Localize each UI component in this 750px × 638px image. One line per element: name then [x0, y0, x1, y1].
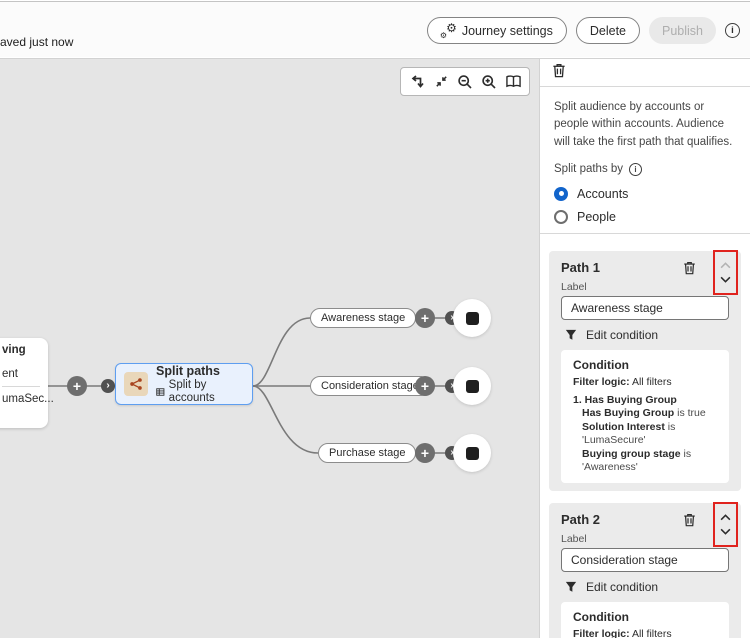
branch-label-awareness[interactable]: Awareness stage	[310, 308, 416, 328]
journey-settings-button[interactable]: ⚙⚙ Journey settings	[427, 17, 567, 44]
header: aved just now ⚙⚙ Journey settings Delete…	[0, 2, 750, 57]
delete-path-trash-icon[interactable]	[683, 513, 696, 527]
filter-icon	[565, 581, 577, 593]
minimap-icon[interactable]	[503, 72, 523, 92]
condition-summary: Condition Filter logic: All filters 1. H…	[561, 602, 729, 638]
split-paths-by-info-icon[interactable]: i	[629, 163, 642, 176]
end-node[interactable]	[453, 434, 491, 472]
move-path-up-icon[interactable]	[720, 262, 731, 269]
condition-rule: Solution Interest is 'LumaSecure'	[573, 421, 717, 448]
split-paths-by-label: Split paths by	[554, 163, 623, 175]
publish-label: Publish	[662, 24, 703, 38]
connector-arrow-icon: ›	[101, 379, 115, 393]
condition-rule: Has Buying Group is true	[573, 407, 717, 421]
reorder-annotation-box	[713, 250, 738, 295]
add-node-button[interactable]: +	[415, 308, 435, 328]
end-icon	[466, 447, 479, 460]
previous-node-card[interactable]: ving ent umaSec...	[0, 338, 48, 428]
delete-button[interactable]: Delete	[576, 17, 640, 44]
radio-dot	[554, 187, 568, 201]
end-node[interactable]	[453, 299, 491, 337]
split-node-title: Split paths	[156, 364, 244, 379]
move-path-down-icon[interactable]	[720, 276, 731, 283]
arrange-icon[interactable]	[407, 72, 427, 92]
path-1-title: Path 1	[561, 260, 600, 276]
add-node-button[interactable]: +	[415, 376, 435, 396]
move-path-down-icon[interactable]	[720, 528, 731, 535]
delete-node-trash-icon[interactable]	[552, 63, 566, 78]
canvas-toolbar	[400, 67, 530, 96]
radio-accounts[interactable]: Accounts	[554, 187, 736, 201]
label-field-label: Label	[561, 533, 729, 545]
condition-summary: Condition Filter logic: All filters 1. H…	[561, 350, 729, 483]
header-actions: ⚙⚙ Journey settings Delete Publish i	[427, 17, 740, 44]
add-node-button[interactable]: +	[415, 443, 435, 463]
save-status-text: aved just now	[0, 35, 73, 49]
panel-description: Split audience by accounts or people wit…	[540, 87, 750, 151]
split-node-subtitle: Split by accounts	[169, 379, 244, 405]
source-card-line2: ent	[2, 368, 48, 380]
path-2-label-input[interactable]	[561, 548, 729, 572]
delete-label: Delete	[590, 24, 626, 38]
reorder-annotation-box	[713, 502, 738, 547]
gear-icon: ⚙⚙	[441, 24, 456, 38]
connector-lines	[0, 59, 539, 638]
zoom-out-icon[interactable]	[455, 72, 475, 92]
split-paths-node[interactable]: Split paths Split by accounts	[115, 363, 253, 405]
branch-label-purchase[interactable]: Purchase stage	[318, 443, 416, 463]
radio-people[interactable]: People	[554, 210, 736, 224]
zoom-in-icon[interactable]	[479, 72, 499, 92]
label-field-label: Label	[561, 281, 729, 293]
table-grid-icon	[156, 387, 165, 397]
info-icon[interactable]: i	[725, 23, 740, 38]
source-card-line1: ving	[2, 344, 48, 356]
end-icon	[466, 312, 479, 325]
journey-settings-label: Journey settings	[462, 24, 553, 38]
split-by-radio-group: Accounts People	[540, 176, 750, 224]
delete-path-trash-icon[interactable]	[683, 261, 696, 275]
filter-icon	[565, 329, 577, 341]
end-icon	[466, 380, 479, 393]
path-2-title: Path 2	[561, 512, 600, 528]
split-paths-icon	[124, 372, 148, 396]
publish-button[interactable]: Publish	[649, 17, 716, 44]
path-1-card: Path 1 Label	[549, 251, 741, 491]
journey-canvas[interactable]: ving ent umaSec... + › Split paths Split…	[0, 58, 539, 638]
end-node[interactable]	[453, 367, 491, 405]
branch-label-consideration[interactable]: Consideration stage	[310, 376, 430, 396]
edit-condition-button[interactable]: Edit condition	[561, 580, 729, 594]
source-card-divider	[2, 386, 40, 387]
collapse-icon[interactable]	[431, 72, 451, 92]
add-node-button[interactable]: +	[67, 376, 87, 396]
move-path-up-icon[interactable]	[720, 514, 731, 521]
source-card-line3: umaSec...	[2, 393, 48, 405]
path-2-card: Path 2 Label	[549, 503, 741, 638]
path-1-label-input[interactable]	[561, 296, 729, 320]
radio-dot	[554, 210, 568, 224]
condition-rule: Buying group stage is 'Awareness'	[573, 448, 717, 475]
split-paths-settings-panel: Split audience by accounts or people wit…	[539, 58, 750, 638]
edit-condition-button[interactable]: Edit condition	[561, 328, 729, 342]
